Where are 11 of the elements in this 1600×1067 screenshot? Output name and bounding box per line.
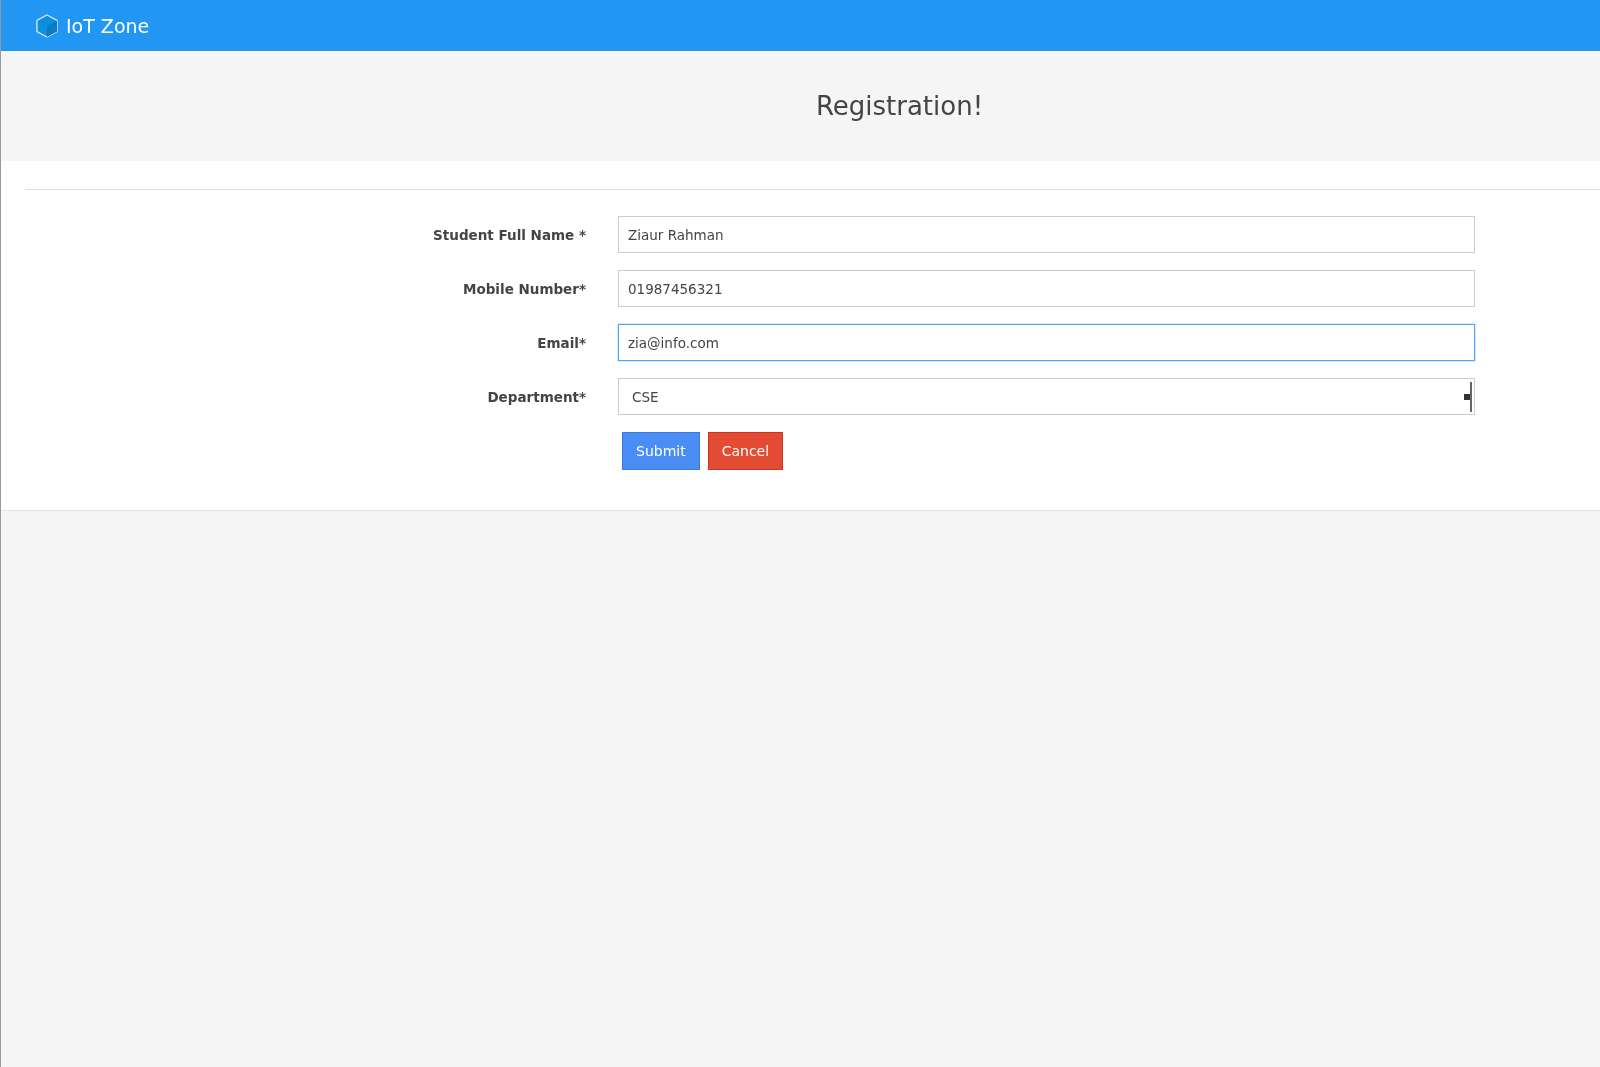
field-label: Student Full Name * xyxy=(432,226,587,243)
input-field[interactable]: zia@info.com xyxy=(618,324,1475,361)
field-label: Mobile Number* xyxy=(462,280,587,297)
input-field[interactable]: 01987456321 xyxy=(618,270,1475,307)
page-title: Registration! xyxy=(815,91,984,121)
select-dropdown[interactable]: CSE xyxy=(618,378,1475,415)
cancel-button[interactable]: Cancel xyxy=(707,432,784,470)
input-field[interactable]: Ziaur Rahman xyxy=(618,216,1475,253)
field-label: Email* xyxy=(536,334,587,351)
cube-icon xyxy=(36,13,58,38)
field-label: Department* xyxy=(486,388,587,405)
